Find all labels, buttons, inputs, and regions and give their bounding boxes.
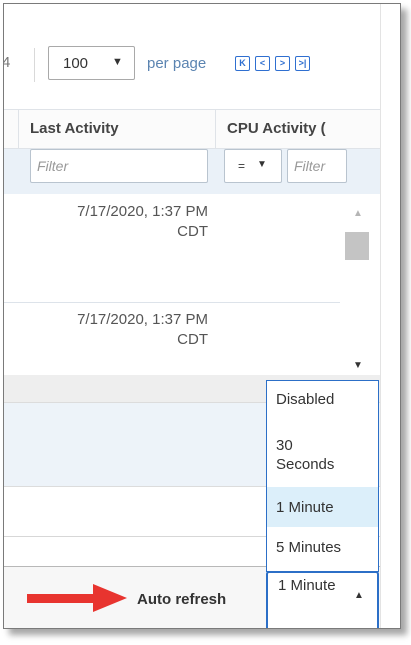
last-activity-timezone: CDT	[177, 223, 208, 240]
filter-row: Filter = ▼ Filter	[4, 149, 380, 194]
pager-count: 4	[4, 54, 10, 71]
chevron-up-icon: ▲	[354, 590, 364, 601]
vertical-scrollbar[interactable]: ▲ ▼	[340, 194, 380, 374]
last-activity-cell: 7/17/2020, 1:37 PM CDT	[77, 202, 208, 242]
right-edge-strip	[380, 4, 400, 628]
table-row[interactable]: 7/17/2020, 1:37 PM CDT	[4, 194, 340, 302]
last-activity-datetime: 7/17/2020, 1:37 PM	[77, 203, 208, 220]
page-size-value: 100	[63, 55, 89, 72]
scroll-up-icon[interactable]: ▲	[353, 208, 363, 219]
prev-page-button[interactable]: <	[255, 56, 270, 71]
first-page-button[interactable]: K	[235, 56, 250, 71]
auto-refresh-select[interactable]: 1 Minute ▲	[266, 571, 379, 628]
option-30-seconds[interactable]: 30 Seconds	[267, 427, 337, 487]
option-disabled[interactable]: Disabled	[267, 381, 378, 415]
column-divider	[215, 110, 216, 150]
table-row[interactable]: 7/17/2020, 1:37 PM CDT	[4, 303, 340, 375]
last-page-icon: >|	[298, 58, 307, 68]
cpu-activity-filter-input[interactable]: Filter	[287, 149, 347, 183]
last-page-button[interactable]: >|	[295, 56, 310, 71]
cpu-operator-select[interactable]: = ▼	[224, 149, 282, 183]
scroll-thumb[interactable]	[345, 232, 369, 260]
data-grid: 4 100 ▼ per page K < > >| Last Activity	[4, 4, 380, 628]
screenshot-frame: 4 100 ▼ per page K < > >| Last Activity	[3, 3, 401, 629]
column-divider	[18, 110, 19, 150]
option-5-minutes[interactable]: 5 Minutes	[267, 527, 378, 571]
option-1-minute[interactable]: 1 Minute	[267, 487, 378, 527]
column-header-last-activity[interactable]: Last Activity	[30, 120, 119, 137]
annotation-arrow-icon	[27, 584, 127, 612]
column-header-row: Last Activity CPU Activity (	[4, 109, 380, 150]
page-size-select[interactable]: 100 ▼	[48, 46, 135, 80]
prev-page-icon: <	[259, 58, 266, 68]
pager: 4 100 ▼ per page K < > >|	[4, 4, 380, 109]
next-page-icon: >	[279, 58, 286, 68]
first-page-icon: K	[239, 58, 246, 68]
operator-value: =	[238, 159, 246, 173]
next-page-button[interactable]: >	[275, 56, 290, 71]
last-activity-timezone: CDT	[177, 331, 208, 348]
auto-refresh-dropdown: Disabled 30 Seconds 1 Minute 5 Minutes	[266, 380, 379, 572]
last-activity-cell: 7/17/2020, 1:37 PM CDT	[77, 310, 208, 350]
column-header-cpu-activity[interactable]: CPU Activity (	[227, 120, 326, 137]
scroll-down-icon[interactable]: ▼	[353, 360, 363, 371]
last-activity-datetime: 7/17/2020, 1:37 PM	[77, 311, 208, 328]
pager-divider	[34, 48, 35, 82]
chevron-down-icon: ▼	[112, 56, 123, 68]
per-page-label: per page	[147, 55, 207, 72]
last-activity-filter-input[interactable]: Filter	[30, 149, 208, 183]
auto-refresh-label: Auto refresh	[137, 591, 227, 608]
chevron-down-icon: ▼	[257, 159, 267, 170]
auto-refresh-value: 1 Minute	[278, 577, 336, 594]
